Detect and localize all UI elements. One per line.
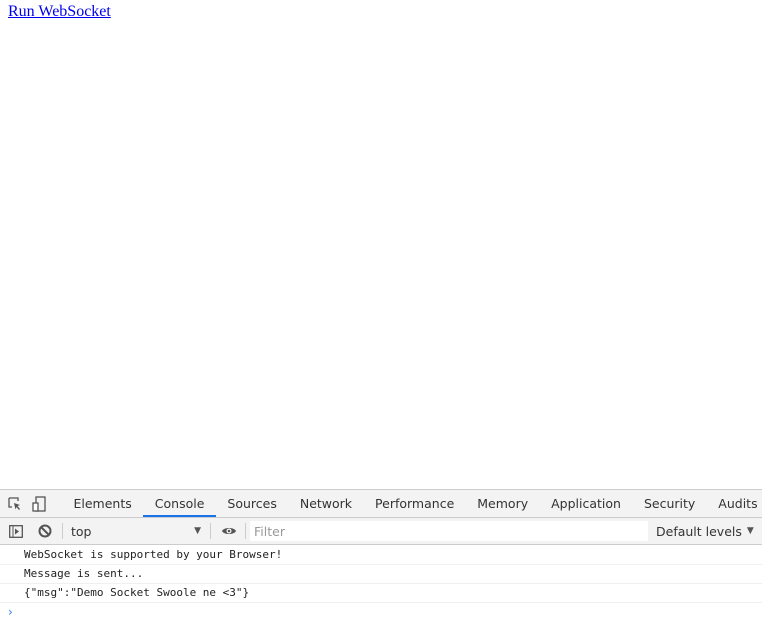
log-levels-dropdown[interactable]: Default levels ▼ [656,524,754,539]
devtools-panel: Elements Console Sources Network Performance… [0,489,762,629]
divider [245,523,246,539]
divider [62,523,63,539]
tab-security[interactable]: Security [632,490,706,517]
console-messages: WebSocket is supported by your Browser! M… [0,545,762,603]
tab-console[interactable]: Console [143,490,216,517]
console-toolbar: top ▼ Filter Default levels ▼ [0,518,762,545]
clear-console-icon[interactable] [37,523,53,539]
tab-sources[interactable]: Sources [216,490,288,517]
run-websocket-link[interactable]: Run WebSocket [8,3,111,21]
console-message: WebSocket is supported by your Browser! [0,546,762,565]
tab-audits[interactable]: Audits [707,490,762,517]
context-value: top [71,523,92,539]
eye-icon[interactable] [221,523,237,539]
console-prompt[interactable]: › [0,603,762,621]
log-levels-label: Default levels [656,523,742,539]
filter-placeholder: Filter [254,523,285,539]
filter-input[interactable]: Filter [250,521,648,541]
console-message: {"msg":"Demo Socket Swoole ne <3"} [0,584,762,603]
device-toolbar-icon[interactable] [32,495,46,512]
tab-application[interactable]: Application [540,490,633,517]
tab-network[interactable]: Network [288,490,363,517]
console-message: Message is sent... [0,565,762,584]
inspect-element-icon[interactable] [8,496,22,512]
prompt-chevron-icon: › [8,605,13,619]
devtools-tabbar: Elements Console Sources Network Performance… [0,489,762,518]
tab-performance[interactable]: Performance [364,490,466,517]
divider [210,523,211,539]
dropdown-arrow-icon: ▼ [746,526,754,536]
tab-elements[interactable]: Elements [62,490,143,517]
tab-memory[interactable]: Memory [466,490,540,517]
dropdown-arrow-icon: ▼ [194,526,201,536]
context-select[interactable]: top ▼ [69,524,201,539]
show-sidebar-icon[interactable] [8,523,24,539]
